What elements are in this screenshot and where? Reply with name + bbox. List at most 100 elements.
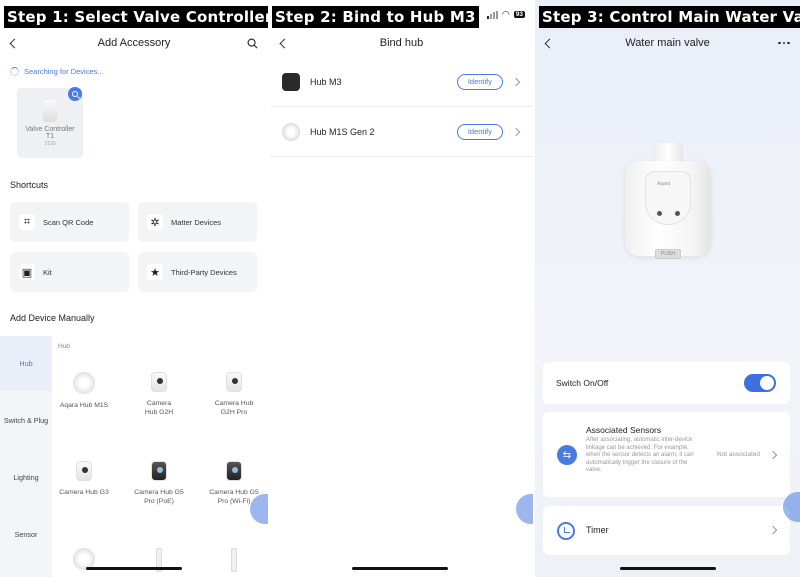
navbar: Bind hub [270,32,533,54]
panel-water-valve: Step 3: Control Main Water Valve Water m… [535,0,800,577]
camera-icon [226,372,242,392]
switch-label: Switch On/Off [556,378,609,388]
page-title: Add Accessory [97,37,171,49]
shortcut-matter[interactable]: ✲ Matter Devices [138,202,257,242]
grid-section-label: Hub [58,343,70,350]
shortcut-scan-qr[interactable]: ⌗ Scan QR Code [10,202,129,242]
matter-icon: ✲ [147,214,163,230]
device-label-2: G2H Pro [220,408,248,416]
navbar: Add Accessory [0,32,268,54]
shortcut-label: Kit [43,267,52,277]
hub-icon [73,372,95,394]
device-label: Camera Hub [214,400,254,407]
shortcuts-title: Shortcuts [10,180,49,190]
home-indicator [352,567,448,570]
hub-m3-icon [282,72,300,91]
link-icon: ⇆ [557,445,577,465]
chevron-left-icon [279,38,289,48]
camera-icon [76,461,92,481]
associated-sensors-card[interactable]: ⇆ Associated Sensors After associating, … [543,412,790,497]
identify-button[interactable]: Identify [456,73,503,90]
category-hub[interactable]: Hub [0,359,52,368]
step3-label: Step 3: Control Main Water Valve [539,6,800,28]
chevron-right-icon [511,127,521,136]
device-camera-hub-g5-poe[interactable]: Camera Hub G5 Pro (PoE) [124,461,194,506]
shortcut-third-party[interactable]: ★ Third-Party Devices [138,252,257,292]
back-button[interactable] [6,34,22,52]
camera-icon [151,372,167,392]
device-aqara-hub-m1s[interactable]: Aqara Hub M1S [49,372,119,411]
device-partial[interactable] [199,548,268,577]
found-device-name-line1: Valve Controller [25,126,75,133]
device-partial[interactable] [49,548,119,577]
device-label: Camera Hub G5 [134,489,184,496]
chevron-right-icon [768,450,778,460]
add-manually-title: Add Device Manually [10,313,95,323]
sensor-icon [231,548,237,572]
chevron-right-icon [511,77,521,86]
status-bar: ◠ 93 [486,9,525,20]
hub-row-m1s-gen2[interactable]: Hub M1S Gen 2 Identify [270,107,533,157]
shortcut-label: Third-Party Devices [171,267,237,277]
shortcut-label: Scan QR Code [43,217,94,227]
push-label: PUSH [655,249,681,259]
chevron-right-icon [768,525,778,535]
back-button[interactable] [541,34,557,52]
category-switch-plug[interactable]: Switch & Plug [0,416,52,425]
floating-assistant-button[interactable] [250,494,268,524]
timer-card[interactable]: Timer [543,506,790,555]
found-device-card[interactable]: Valve Controller T1 2100 [17,87,83,158]
switch-toggle[interactable] [744,374,776,392]
camera-icon [226,461,242,481]
device-camera-hub-g3[interactable]: Camera Hub G3 [49,461,119,498]
shortcut-kit[interactable]: ▣ Kit [10,252,129,292]
step1-label: Step 1: Select Valve Controller T1 [4,6,268,28]
searching-status: Searching for Devices... [10,67,104,76]
search-icon [247,38,258,49]
valve-controller-image [43,100,57,122]
device-brand: Aqara [657,181,671,187]
hub-row-m3[interactable]: Hub M3 Identify [270,57,533,107]
battery-icon: 93 [513,11,525,18]
signal-icon [486,10,498,19]
search-button[interactable] [244,34,260,52]
device-camera-hub-g2h-pro[interactable]: Camera Hub G2H Pro [199,372,268,417]
floating-assistant-button[interactable] [516,494,533,524]
hub-name: Hub M1S Gen 2 [310,126,375,137]
kit-icon: ▣ [19,264,35,280]
timer-icon [557,522,575,540]
chevron-left-icon [9,38,19,48]
found-device-name-line2: T1 [45,133,55,140]
scan-icon: ⌗ [19,214,35,230]
third-party-icon: ★ [147,264,163,280]
camera-icon [151,461,167,481]
device-label: Camera Hub G3 [59,489,109,496]
category-sensor[interactable]: Sensor [0,530,52,539]
more-icon [778,41,790,45]
device-label: Aqara Hub M1S [59,402,109,409]
identify-button[interactable]: Identify [456,123,503,140]
assoc-title: Associated Sensors [586,425,662,435]
device-camera-hub-g2h[interactable]: Camera Hub G2H [124,372,194,417]
switch-card: Switch On/Off [543,362,790,404]
timer-label: Timer [586,525,609,535]
navbar: Water main valve [535,32,800,54]
back-button[interactable] [276,34,292,52]
valve-controller-image: Aqara PUSH [625,143,711,265]
device-label: Camera [146,400,172,407]
page-title: Water main valve [625,37,710,49]
searching-text: Searching for Devices... [24,67,104,76]
search-badge-icon [68,87,82,101]
category-lighting[interactable]: Lighting [0,473,52,482]
spinner-icon [10,67,19,76]
page-title: Bind hub [379,37,424,49]
hub-name: Hub M3 [310,76,342,87]
assoc-description: After associating, automatic inter-devic… [586,437,694,474]
hub-m1s-icon [282,122,300,141]
step2-label: Step 2: Bind to Hub M3 [272,6,479,28]
device-partial[interactable] [124,548,194,577]
assoc-status: Not associated [717,451,760,458]
wifi-icon: ◠ [501,9,510,19]
more-button[interactable] [776,34,792,52]
chevron-left-icon [544,38,554,48]
